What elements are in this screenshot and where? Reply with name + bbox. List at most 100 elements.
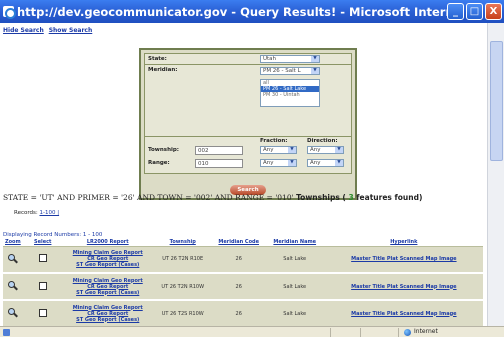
township-cell: UT 26 T2N R10E [152, 246, 213, 274]
chevron-down-icon: ▼ [288, 160, 296, 166]
township-direction-value: Any [310, 147, 321, 153]
query-form: State: Utah ▼ Meridian: PM 26 - Salt L ▼… [139, 48, 357, 200]
select-cell [22, 300, 63, 326]
state-select[interactable]: Utah ▼ [260, 55, 320, 63]
range-direction-value: Any [310, 160, 321, 166]
zoom-cell [3, 273, 23, 301]
select-cell [22, 246, 63, 274]
page-status-icon [3, 329, 10, 336]
query-expression: STATE = 'UT' AND PRIMER = '26' AND TOWN … [3, 193, 294, 202]
search-toggle-links: Hide Search Show Search [3, 27, 95, 34]
meridian-name-cell: Salt Lake [264, 246, 325, 274]
results-table: Zoom Select LR2000 Report Township Merid… [3, 238, 483, 326]
meridian-name-cell: Salt Lake [264, 300, 325, 326]
range-fraction-select[interactable]: Any ▼ [260, 159, 297, 167]
records-label: Records: [14, 210, 38, 216]
column-header-select[interactable]: Select [22, 238, 63, 247]
status-divider [398, 328, 399, 337]
meridian-value: PM 26 - Salt L [263, 68, 301, 74]
state-label: State: [148, 56, 167, 62]
hide-search-link[interactable]: Hide Search [3, 27, 44, 34]
fraction-label: Fraction: [260, 138, 288, 144]
township-fraction-value: Any [263, 147, 274, 153]
globe-icon [404, 329, 411, 336]
range-label: Range: [148, 160, 170, 166]
mining-claim-report-link[interactable]: Mining Claim Geo Report [65, 278, 151, 284]
row-checkbox[interactable] [38, 281, 47, 290]
status-divider [330, 328, 331, 337]
ie-icon [3, 6, 16, 19]
result-type: Townships [296, 193, 340, 202]
chevron-down-icon: ▼ [311, 68, 319, 74]
status-bar: Internet [0, 326, 504, 337]
hyperlink-cell[interactable]: Master Title Plat Scanned Map Image [324, 273, 483, 301]
records-page-link[interactable]: 1-100 | [39, 210, 59, 216]
show-search-link[interactable]: Show Search [49, 27, 93, 34]
status-divider [360, 328, 361, 337]
meridian-select[interactable]: PM 26 - Salt L ▼ [260, 67, 320, 75]
range-fraction-value: Any [263, 160, 274, 166]
vertical-scrollbar[interactable] [487, 23, 504, 326]
st-report-link[interactable]: ST Geo Report (Cases) [65, 262, 151, 268]
column-header-meridian-name[interactable]: Meridian Name [264, 238, 325, 247]
title-bar: http://dev.geocommunicator.gov - Query R… [0, 0, 504, 23]
meridian-label: Meridian: [148, 67, 178, 73]
zoom-cell [3, 246, 23, 274]
chevron-down-icon: ▼ [311, 56, 319, 62]
meridian-code-cell: 26 [212, 300, 265, 326]
meridian-dropdown-list[interactable]: all PM 26 - Salt Lake PM 30 - Uintah [260, 79, 320, 107]
township-fraction-select[interactable]: Any ▼ [260, 146, 297, 154]
page-content: Hide Search Show Search State: Utah ▼ Me… [0, 23, 487, 326]
report-cell: Mining Claim Geo Report CR Geo Report ST… [62, 273, 153, 301]
report-cell: Mining Claim Geo Report CR Geo Report ST… [62, 300, 153, 326]
township-input[interactable]: 002 [195, 146, 243, 155]
meridian-code-cell: 26 [212, 246, 265, 274]
hyperlink-cell[interactable]: Master Title Plat Scanned Map Image [324, 246, 483, 274]
column-header-township[interactable]: Township [152, 238, 213, 247]
chevron-down-icon: ▼ [335, 147, 343, 153]
township-direction-select[interactable]: Any ▼ [307, 146, 344, 154]
query-form-fields: State: Utah ▼ Meridian: PM 26 - Salt L ▼… [144, 53, 352, 174]
st-report-link[interactable]: ST Geo Report (Cases) [65, 317, 151, 323]
column-header-zoom[interactable]: Zoom [3, 238, 23, 247]
query-summary: STATE = 'UT' AND PRIMER = '26' AND TOWN … [3, 193, 423, 202]
column-header-hyperlink[interactable]: Hyperlink [324, 238, 483, 247]
minimize-button[interactable]: _ [447, 3, 464, 20]
magnifier-icon[interactable] [7, 307, 18, 318]
close-button[interactable]: X [485, 3, 502, 20]
township-cell: UT 26 T2S R10W [152, 300, 213, 326]
meridian-code-cell: 26 [212, 273, 265, 301]
column-header-meridian-code[interactable]: Meridian Code [212, 238, 265, 247]
table-row: Mining Claim Geo Report CR Geo Report ST… [3, 273, 483, 301]
range-direction-select[interactable]: Any ▼ [307, 159, 344, 167]
select-cell [22, 273, 63, 301]
hyperlink-cell[interactable]: Master Title Plat Scanned Map Image [324, 300, 483, 326]
zoom-cell [3, 300, 23, 326]
township-label: Township: [148, 147, 180, 153]
meridian-option[interactable]: PM 30 - Uintah [261, 92, 319, 98]
magnifier-icon[interactable] [7, 253, 18, 264]
state-value: Utah [263, 56, 277, 62]
report-cell: Mining Claim Geo Report CR Geo Report ST… [62, 246, 153, 274]
magnifier-icon[interactable] [7, 280, 18, 291]
row-checkbox[interactable] [38, 254, 47, 263]
meridian-name-cell: Salt Lake [264, 273, 325, 301]
row-checkbox[interactable] [38, 308, 47, 317]
security-zone: Internet [414, 328, 438, 335]
township-cell: UT 26 T2N R10W [152, 273, 213, 301]
table-row: Mining Claim Geo Report CR Geo Report ST… [3, 300, 483, 326]
table-row: Mining Claim Geo Report CR Geo Report ST… [3, 246, 483, 274]
window-title: http://dev.geocommunicator.gov - Query R… [17, 4, 447, 19]
mining-claim-report-link[interactable]: Mining Claim Geo Report [65, 305, 151, 311]
chevron-down-icon: ▼ [335, 160, 343, 166]
column-header-lr2000-report[interactable]: LR2000 Report [62, 238, 153, 247]
maximize-button[interactable]: □ [466, 3, 483, 20]
records-pager: Records: 1-100 | [14, 210, 59, 216]
table-header-row: Zoom Select LR2000 Report Township Merid… [3, 238, 483, 247]
range-input[interactable]: 010 [195, 159, 243, 168]
result-suffix: features found) [353, 193, 423, 202]
direction-label: Direction: [307, 138, 338, 144]
chevron-down-icon: ▼ [288, 147, 296, 153]
st-report-link[interactable]: ST Geo Report (Cases) [65, 290, 151, 296]
scrollbar-thumb[interactable] [490, 41, 503, 161]
